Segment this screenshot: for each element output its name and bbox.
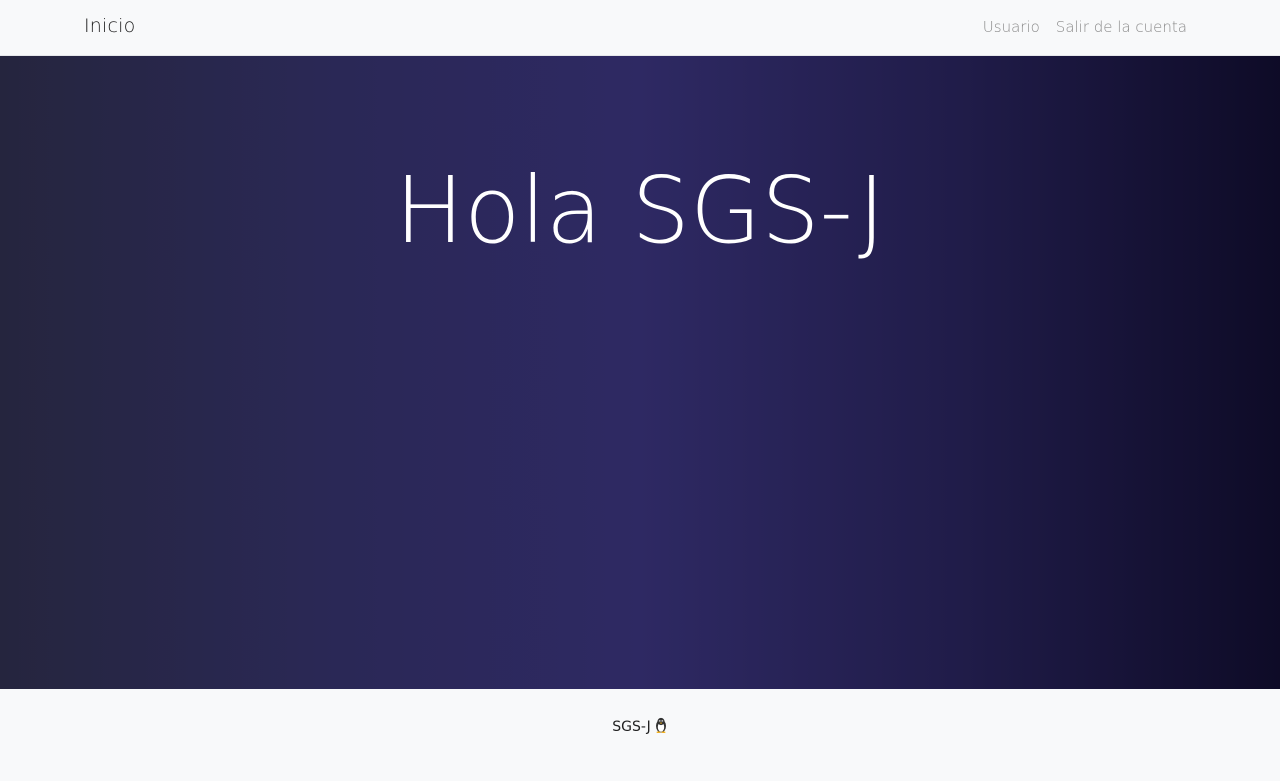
logout-link[interactable]: Salir de la cuenta <box>1056 18 1187 36</box>
nav-links: Usuario Salir de la cuenta <box>983 18 1187 36</box>
penguin-icon <box>654 717 668 737</box>
hero-banner: Hola SGS-J <box>0 56 1280 689</box>
footer: SGS-J <box>0 689 1280 781</box>
home-link[interactable]: Inicio <box>84 15 135 37</box>
footer-text: SGS-J <box>612 719 651 735</box>
user-link[interactable]: Usuario <box>983 18 1040 36</box>
top-navbar: Inicio Usuario Salir de la cuenta <box>0 0 1280 56</box>
greeting-title: Hola SGS-J <box>394 157 886 264</box>
footer-credit: SGS-J <box>0 717 1280 737</box>
